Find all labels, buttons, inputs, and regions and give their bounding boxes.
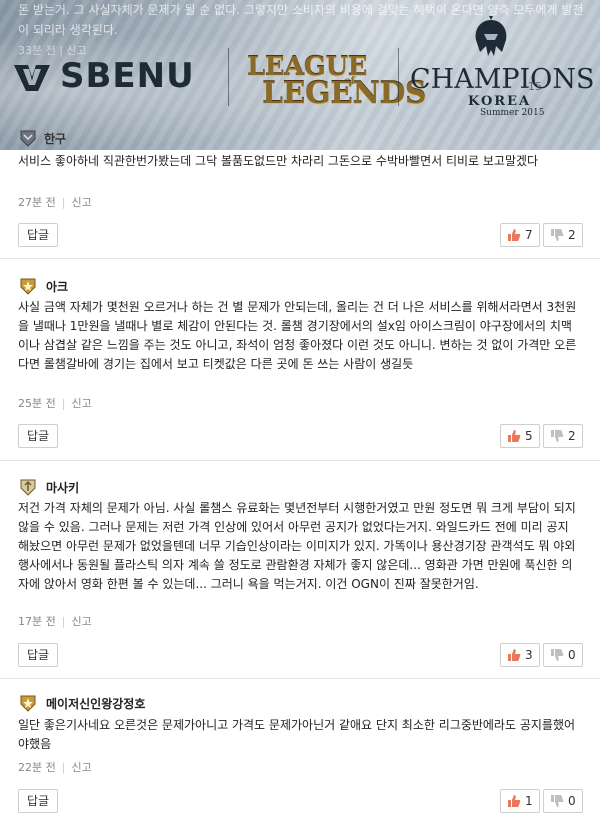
reply-button[interactable]: 답글 [18, 643, 59, 667]
report-link[interactable]: 신고 [71, 196, 91, 209]
rank-badge-icon [20, 695, 36, 712]
thumbs-up-icon [508, 795, 521, 807]
user-row: 메이저신인왕강정호 [18, 693, 145, 713]
report-link[interactable]: 신고 [71, 397, 91, 410]
comment-time: 25분 전 [18, 397, 56, 410]
champions-helmet-icon [475, 16, 507, 56]
dislike-button[interactable]: 0 [543, 643, 583, 667]
username[interactable]: 메이저신인왕강정호 [46, 695, 145, 712]
dislike-count: 2 [568, 228, 576, 242]
comment-text: 서비스 좋아하네 직관한번가봤는데 그닥 볼품도없드만 차라리 그돈으로 수박바… [18, 154, 539, 168]
user-row: 마사키 [18, 477, 79, 497]
reply-button[interactable]: 답글 [18, 223, 59, 247]
meta-separator: | [61, 397, 66, 410]
rank-badge-icon [20, 479, 36, 496]
sbenu-wordmark: SBENU [60, 56, 195, 96]
like-count: 7 [525, 228, 533, 242]
username[interactable]: 한구 [44, 130, 66, 147]
banner-divider [398, 48, 399, 106]
like-count: 1 [525, 794, 533, 808]
comment-meta: 27분 전 | 신고 [18, 194, 92, 210]
dislike-count: 0 [568, 648, 576, 662]
champions-season: Summer 2015 [480, 108, 545, 118]
thumbs-down-icon [551, 649, 564, 661]
dislike-button[interactable]: 0 [543, 789, 583, 813]
comment-divider [0, 258, 600, 259]
user-row: 한구 [18, 128, 66, 148]
champions-region: KOREA [468, 94, 532, 109]
username[interactable]: 마사키 [46, 479, 79, 496]
dislike-count: 0 [568, 794, 576, 808]
comment-meta: 22분 전 | 신고 [18, 759, 92, 775]
comment-text: 일단 좋은기사네요 오른것은 문제가아니고 가격도 문제가아닌거 같애요 단지 … [18, 718, 576, 751]
rank-badge-icon [20, 130, 36, 147]
user-row: 아크 [18, 276, 68, 296]
like-button[interactable]: 3 [500, 643, 540, 667]
meta-separator: | [61, 615, 66, 628]
comment-text: 저건 가격 자체의 문제가 아님. 사실 롤챔스 유료화는 몇년전부터 시행한거… [18, 501, 576, 591]
thumbs-up-icon [508, 430, 521, 442]
username[interactable]: 아크 [46, 278, 68, 295]
comment-time: 17분 전 [18, 615, 56, 628]
sbenu-logo-icon [14, 65, 50, 91]
thumbs-up-icon [508, 229, 521, 241]
meta-separator: | [61, 196, 66, 209]
reply-button[interactable]: 답글 [18, 789, 59, 813]
banner-divider [228, 48, 229, 106]
like-button[interactable]: 1 [500, 789, 540, 813]
sponsor-banner: 돈 받는거. 그 사실자체가 문제가 될 순 없다. 그렇지만 소비자의 비용에… [0, 0, 600, 150]
comment-text: 사실 금액 자체가 몇천원 오르거나 하는 건 별 문제가 안되는데, 올리는 … [18, 300, 577, 371]
report-link[interactable]: 신고 [71, 615, 91, 628]
thumbs-up-icon [508, 649, 521, 661]
comment-time: 22분 전 [18, 761, 56, 774]
comment-meta: 25분 전 | 신고 [18, 395, 92, 411]
dislike-count: 2 [568, 429, 576, 443]
comment-divider [0, 678, 600, 679]
lol-logo-line2: LEGENDS [262, 76, 427, 111]
thumbs-down-icon [551, 795, 564, 807]
meta-separator: | [61, 761, 66, 774]
like-button[interactable]: 5 [500, 424, 540, 448]
like-count: 5 [525, 429, 533, 443]
dislike-button[interactable]: 2 [543, 424, 583, 448]
like-button[interactable]: 7 [500, 223, 540, 247]
thumbs-down-icon [551, 229, 564, 241]
rank-badge-icon [20, 278, 36, 295]
comment-time: 27분 전 [18, 196, 56, 209]
like-count: 3 [525, 648, 533, 662]
comment-divider [0, 460, 600, 461]
comment-meta: 17분 전 | 신고 [18, 613, 92, 629]
reply-button[interactable]: 답글 [18, 424, 59, 448]
thumbs-down-icon [551, 430, 564, 442]
champions-title: CHAMPIONS [410, 64, 595, 95]
report-link[interactable]: 신고 [71, 761, 91, 774]
dislike-button[interactable]: 2 [543, 223, 583, 247]
